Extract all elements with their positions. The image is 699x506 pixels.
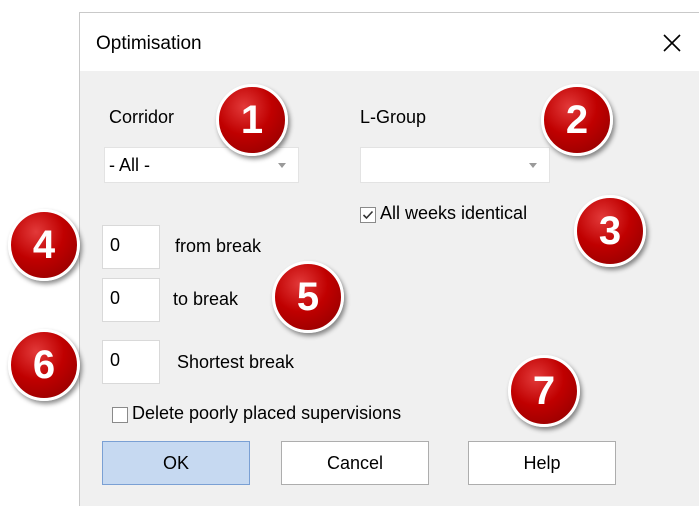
callout-badge-1: 1 — [216, 84, 288, 156]
corridor-value: - All - — [109, 155, 151, 175]
lgroup-select[interactable] — [360, 147, 550, 183]
delete-poorly-placed-label: Delete poorly placed supervisions — [132, 403, 402, 423]
callout-badge-7: 7 — [508, 355, 580, 427]
cancel-button[interactable]: Cancel — [281, 441, 429, 485]
all-weeks-label: All weeks identical — [380, 203, 528, 223]
to-break-label: to break — [173, 289, 239, 309]
dialog-title: Optimisation — [96, 33, 202, 54]
lgroup-label: L-Group — [360, 107, 427, 127]
delete-poorly-placed-checkbox[interactable] — [112, 407, 128, 423]
from-break-label: from break — [175, 236, 262, 256]
close-button[interactable] — [650, 21, 694, 65]
to-break-input[interactable]: 0 — [102, 278, 160, 322]
chevron-down-icon — [529, 163, 537, 168]
close-icon — [663, 34, 681, 52]
corridor-select[interactable]: - All - — [104, 147, 299, 183]
checkmark-icon — [362, 210, 374, 220]
shortest-break-value: 0 — [110, 350, 121, 370]
corridor-label: Corridor — [109, 107, 175, 127]
callout-badge-4: 4 — [8, 209, 80, 281]
shortest-break-input[interactable]: 0 — [102, 340, 160, 384]
chevron-down-icon — [278, 163, 286, 168]
callout-badge-2: 2 — [541, 84, 613, 156]
callout-badge-3: 3 — [574, 195, 646, 267]
help-button[interactable]: Help — [468, 441, 616, 485]
to-break-value: 0 — [110, 288, 121, 308]
title-bar: Optimisation — [80, 13, 699, 71]
shortest-break-label: Shortest break — [177, 352, 295, 372]
all-weeks-checkbox[interactable] — [360, 207, 376, 223]
callout-badge-6: 6 — [8, 329, 80, 401]
from-break-value: 0 — [110, 235, 121, 255]
ok-button[interactable]: OK — [102, 441, 250, 485]
callout-badge-5: 5 — [272, 261, 344, 333]
from-break-input[interactable]: 0 — [102, 225, 160, 269]
